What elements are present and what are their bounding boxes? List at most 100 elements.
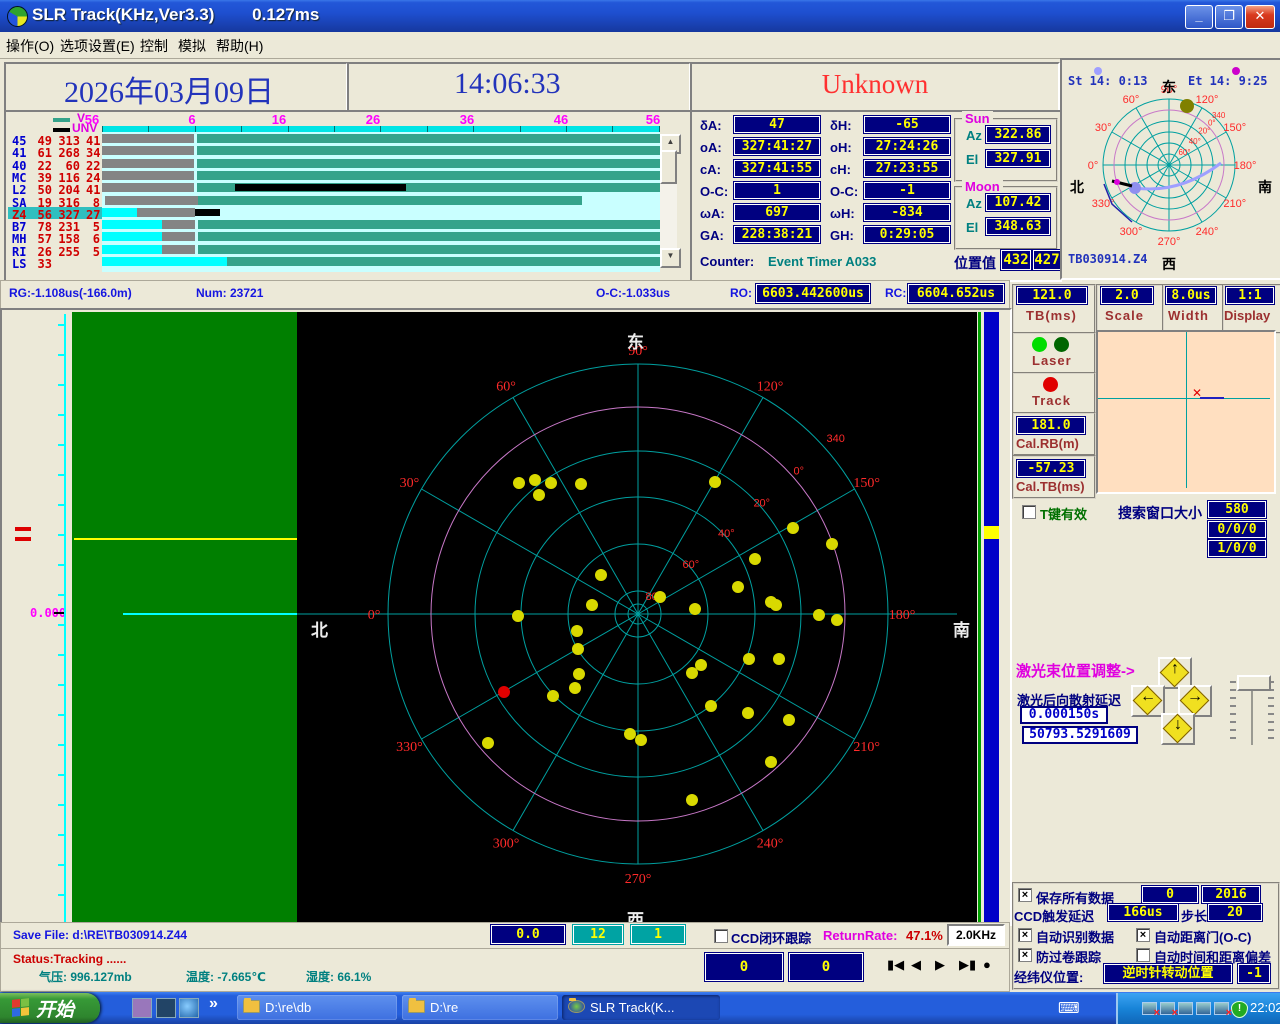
anti-overwind-checkbox[interactable]: × <box>1018 948 1032 962</box>
quicklaunch-satellite-icon[interactable] <box>132 998 152 1018</box>
playback-button-5[interactable]: ● <box>983 957 991 972</box>
moon-az-value: 107.42 <box>986 194 1050 211</box>
search-window-value: 580 <box>1208 501 1266 518</box>
scrollbar-thumb[interactable] <box>660 150 677 184</box>
security-shield-icon[interactable]: ! <box>1231 1001 1248 1018</box>
axis-tick <box>58 684 64 686</box>
range-status-strip: RG:-1.108us(-166.0m) Num: 23721 O-C:-1.0… <box>0 280 1010 310</box>
position-label: 位置值 <box>954 253 996 273</box>
playback-button-1[interactable]: ▮◀ <box>887 957 904 973</box>
signal-axis-line <box>64 314 66 922</box>
num-value: Num: 23721 <box>196 286 263 300</box>
menu-item-5[interactable]: 帮助(H) <box>216 36 263 56</box>
task-button-1[interactable]: D:\re\db <box>237 995 397 1020</box>
legend-visible-swatch <box>53 118 70 122</box>
telemetry-value: 327:41:27 <box>734 138 820 155</box>
save-all-checkbox[interactable]: × <box>1018 888 1032 902</box>
network-tray-icon[interactable] <box>1196 1002 1211 1015</box>
svg-text:40°: 40° <box>1189 137 1201 146</box>
quicklaunch-chevron[interactable]: » <box>209 995 218 1013</box>
network-tray-icon[interactable] <box>1142 1002 1157 1015</box>
menu-item-2[interactable]: 选项设置(E) <box>60 36 135 56</box>
auto-offset-checkbox[interactable] <box>1136 948 1150 962</box>
network-tray-icon[interactable] <box>1214 1002 1229 1015</box>
slider-tick <box>1230 729 1236 731</box>
keyboard-tray-icon[interactable]: ⌨ <box>1058 999 1080 1017</box>
pass-bar <box>235 184 406 191</box>
slider-track[interactable] <box>1251 683 1253 745</box>
slider-tick <box>1230 721 1236 723</box>
playback-button-3[interactable]: ▶ <box>935 957 945 973</box>
return-rate-label: ReturnRate: <box>823 928 897 943</box>
pass-bar <box>197 171 660 180</box>
close-button[interactable]: ✕ <box>1245 5 1275 29</box>
range-indicator-bar[interactable] <box>984 312 999 925</box>
ccd-loop-checkbox[interactable] <box>714 929 728 943</box>
pass-end-time: Et 14: 9:25 <box>1188 74 1267 88</box>
telemetry-value: -65 <box>864 116 950 133</box>
theodolite-rotate-button[interactable]: 逆时针转动位置 <box>1104 964 1232 983</box>
auto-identify-checkbox[interactable]: × <box>1018 928 1032 942</box>
ro-label: RO: <box>730 286 752 300</box>
left-marker-bottom <box>15 537 31 541</box>
sun-el-value: 327.91 <box>986 150 1050 167</box>
save-all-label: 保存所有数据 <box>1036 888 1114 907</box>
oc-value: O-C:-1.033us <box>596 286 670 300</box>
pass-bar <box>137 208 195 217</box>
beam-down-button[interactable]: ↓ <box>1161 713 1195 745</box>
tb-value: 121.0 <box>1017 287 1087 304</box>
satellite-value: 255 <box>56 245 80 259</box>
slider-thumb[interactable] <box>1237 675 1271 691</box>
playback-button-4[interactable]: ▶▮ <box>959 957 976 973</box>
playback-button-2[interactable]: ◀ <box>911 957 921 973</box>
task-button-3[interactable]: SLR Track(K... <box>562 995 720 1020</box>
beam-left-button[interactable]: ← <box>1131 685 1165 717</box>
slider-tick <box>1230 697 1236 699</box>
quicklaunch-app-icon[interactable] <box>156 998 176 1018</box>
slider-tick <box>1268 729 1274 731</box>
rc-label: RC: <box>885 286 906 300</box>
pass-bar <box>162 245 195 254</box>
return-rate-value: 47.1% <box>906 928 943 943</box>
start-button[interactable]: 开始 <box>0 993 100 1023</box>
laser-off-indicator <box>1054 337 1069 352</box>
rc-value: 6604.652us <box>908 284 1004 303</box>
svg-text:东: 东 <box>627 332 644 352</box>
task-button-2[interactable]: D:\re <box>402 995 558 1020</box>
zero-reference-line <box>123 613 297 615</box>
counter-label: Counter: <box>700 254 754 269</box>
auto-gate-checkbox[interactable]: × <box>1136 928 1150 942</box>
menu-item-3[interactable]: 控制 <box>140 36 168 56</box>
telemetry-label: O-C: <box>700 184 728 199</box>
menu-item-1[interactable]: 操作(O) <box>6 36 54 56</box>
beam-slider[interactable] <box>1230 655 1276 755</box>
save-all-value-1: 0 <box>1142 886 1198 903</box>
slider-tick <box>1230 705 1236 707</box>
network-tray-icon[interactable] <box>1178 1002 1193 1015</box>
t-key-checkbox[interactable] <box>1022 505 1036 519</box>
restore-button[interactable]: ❐ <box>1215 5 1243 29</box>
svg-text:300°: 300° <box>1120 226 1143 238</box>
backscatter-delay-value: 0.000150s <box>1020 706 1108 724</box>
svg-text:240°: 240° <box>757 837 784 852</box>
axis-tick <box>58 774 64 776</box>
minimize-button[interactable]: _ <box>1185 5 1213 29</box>
ruler-label: 6 <box>188 112 195 127</box>
scroll-down-button[interactable]: ▼ <box>660 248 681 268</box>
quicklaunch-globe-icon[interactable] <box>179 998 199 1018</box>
cal-rb-group: 181.0 Cal.RB(m) <box>1012 412 1096 456</box>
telemetry-value: 27:24:26 <box>864 138 950 155</box>
svg-text:180°: 180° <box>889 608 916 623</box>
laser-adjust-label: 激光束位置调整-> <box>1016 660 1135 681</box>
telemetry-value: 0:29:05 <box>864 226 950 243</box>
network-tray-icon[interactable] <box>1160 1002 1175 1015</box>
svg-text:270°: 270° <box>625 872 652 887</box>
satellite-name[interactable]: LS <box>12 257 26 271</box>
menu-item-4[interactable]: 模拟 <box>178 36 206 56</box>
scale-value: 2.0 <box>1101 287 1153 304</box>
pass-bar <box>102 220 162 229</box>
width-label: Width <box>1168 308 1209 323</box>
search-window-value-3: 1/0/0 <box>1208 540 1266 557</box>
track-indicator <box>1043 377 1058 392</box>
svg-text:40°: 40° <box>718 528 735 540</box>
